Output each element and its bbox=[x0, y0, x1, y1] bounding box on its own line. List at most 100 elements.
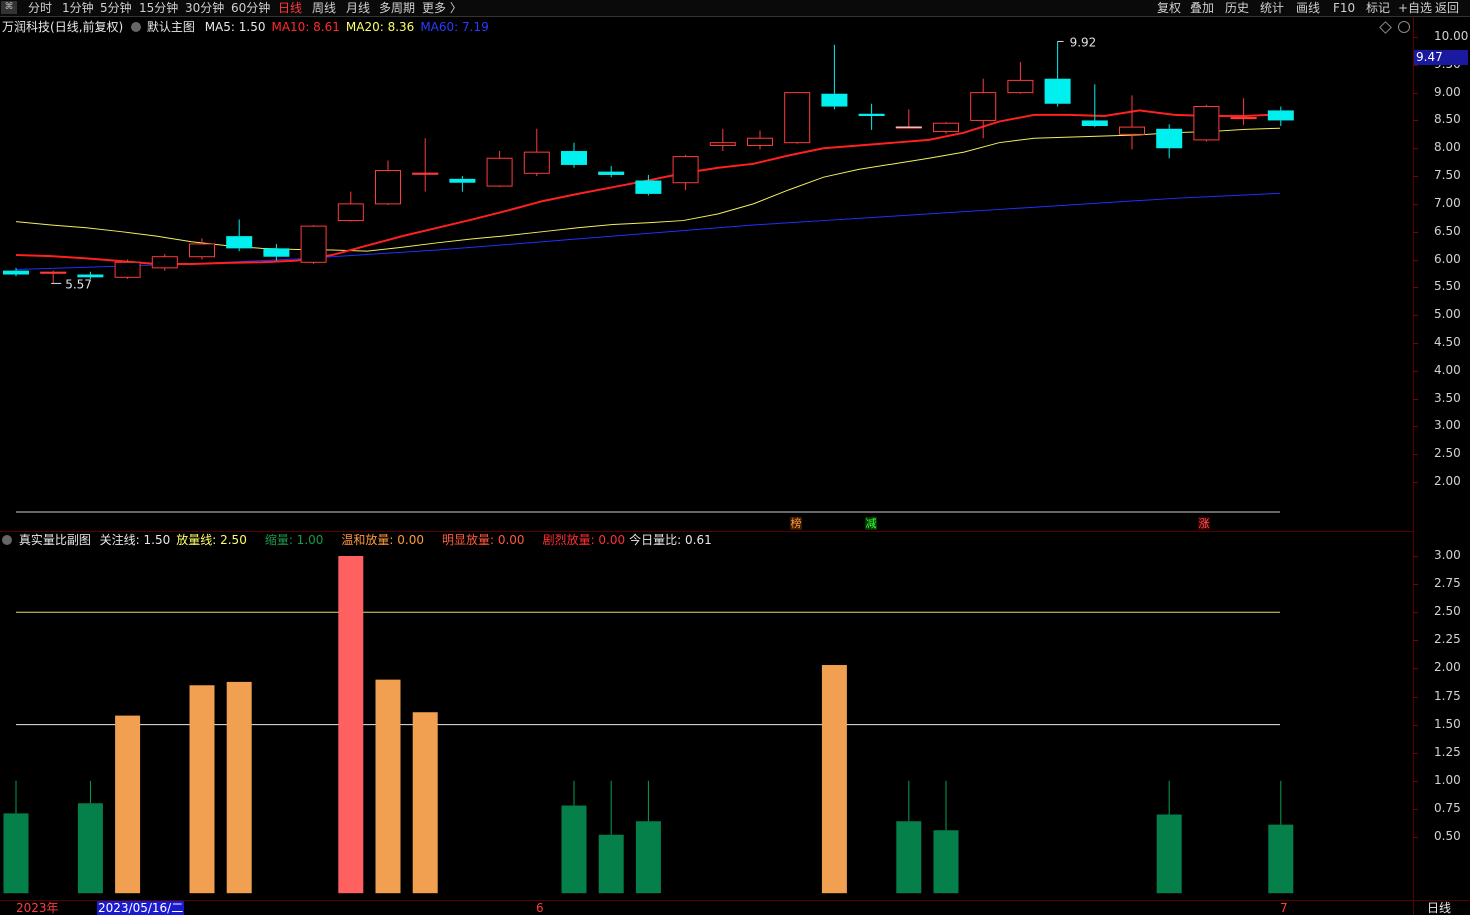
candle[interactable] bbox=[523, 128, 550, 177]
price-tick-mark bbox=[1413, 370, 1418, 372]
toolbar-button-7[interactable]: +自选 bbox=[1398, 0, 1432, 16]
volume-ratio-bar[interactable] bbox=[412, 712, 438, 894]
tab-1[interactable]: 1分钟 bbox=[62, 0, 94, 16]
candle[interactable] bbox=[412, 138, 439, 192]
volume-ratio-tick-mark bbox=[1413, 780, 1418, 782]
volume-ratio-bar[interactable] bbox=[933, 780, 959, 894]
candle[interactable] bbox=[449, 176, 476, 192]
app-logo-icon[interactable]: ⌘ bbox=[1, 1, 17, 14]
candle[interactable] bbox=[337, 191, 364, 222]
signal-marker[interactable]: 减 bbox=[865, 517, 877, 530]
tab-5[interactable]: 60分钟 bbox=[231, 0, 270, 16]
candle[interactable] bbox=[747, 130, 773, 150]
volume-ratio-bar[interactable] bbox=[77, 780, 103, 894]
price-tick-mark bbox=[1413, 315, 1418, 317]
toolbar-button-2[interactable]: 历史 bbox=[1225, 0, 1249, 16]
candle[interactable] bbox=[1007, 62, 1034, 94]
period-label[interactable]: 日线 bbox=[1427, 901, 1451, 915]
candle[interactable] bbox=[895, 109, 922, 129]
volume-ratio-bar[interactable] bbox=[189, 685, 215, 894]
candle[interactable] bbox=[858, 103, 885, 130]
volume-ratio-tick: 2.00 bbox=[1434, 660, 1461, 675]
low-price-label: 5.57 bbox=[65, 277, 92, 291]
volume-ratio-tick-mark bbox=[1413, 724, 1418, 726]
toolbar-button-5[interactable]: F10 bbox=[1333, 0, 1355, 16]
tab-7[interactable]: 周线 bbox=[312, 0, 336, 16]
volume-ratio-bar[interactable] bbox=[1268, 780, 1294, 894]
month-6-label: 6 bbox=[536, 901, 544, 915]
price-tick-mark bbox=[1413, 482, 1418, 483]
signal-marker[interactable]: 榜 bbox=[790, 517, 802, 530]
candle[interactable] bbox=[300, 225, 327, 264]
date-axis-divider bbox=[0, 900, 1470, 901]
price-tick: 5.50 bbox=[1434, 279, 1461, 294]
volume-ratio-tick-mark bbox=[1413, 584, 1418, 586]
candle[interactable] bbox=[263, 243, 290, 261]
volume-ratio-tick-mark bbox=[1413, 752, 1418, 754]
candle[interactable] bbox=[933, 122, 959, 134]
toolbar-button-4[interactable]: 画线 bbox=[1296, 0, 1320, 16]
price-tick-mark bbox=[1413, 426, 1418, 428]
high-price-label: 9.92 bbox=[1070, 35, 1097, 49]
price-tick: 3.50 bbox=[1434, 390, 1461, 405]
price-tick-mark bbox=[1413, 176, 1418, 178]
candle[interactable] bbox=[1193, 104, 1220, 142]
volume-ratio-bar[interactable] bbox=[896, 780, 922, 894]
tab-2[interactable]: 5分钟 bbox=[100, 0, 132, 16]
price-tick: 7.50 bbox=[1434, 168, 1461, 183]
candle[interactable] bbox=[784, 92, 811, 144]
volume-ratio-bar[interactable] bbox=[1156, 780, 1182, 894]
volume-ratio-bar[interactable] bbox=[598, 780, 624, 894]
volume-ratio-bar[interactable] bbox=[3, 780, 29, 894]
toolbar-button-3[interactable]: 统计 bbox=[1260, 0, 1284, 16]
candle[interactable] bbox=[114, 259, 141, 279]
tab-0[interactable]: 分时 bbox=[28, 0, 52, 16]
volume-ratio-tick-mark bbox=[1413, 640, 1418, 642]
volume-ratio-tick: 0.75 bbox=[1434, 800, 1461, 815]
candle[interactable] bbox=[486, 151, 513, 188]
tab-4[interactable]: 30分钟 bbox=[185, 0, 224, 16]
price-tick: 2.00 bbox=[1434, 474, 1461, 488]
candle[interactable] bbox=[1119, 95, 1145, 150]
volume-ratio-tick: 2.50 bbox=[1434, 604, 1461, 619]
toolbar-button-1[interactable]: 叠加 bbox=[1190, 0, 1214, 16]
volume-ratio-tick: 1.75 bbox=[1434, 688, 1461, 703]
candle[interactable] bbox=[821, 44, 848, 110]
volume-ratio-bar[interactable] bbox=[821, 665, 847, 894]
candle[interactable] bbox=[1044, 41, 1071, 107]
candle[interactable] bbox=[1081, 84, 1108, 128]
candle[interactable] bbox=[40, 270, 67, 284]
candle[interactable] bbox=[598, 166, 625, 178]
volume-ratio-bar[interactable] bbox=[115, 715, 141, 894]
candle[interactable] bbox=[375, 160, 401, 205]
volume-ratio-bar[interactable] bbox=[226, 681, 252, 894]
volume-ratio-chart[interactable] bbox=[0, 532, 1413, 900]
price-tick-mark bbox=[1413, 259, 1418, 261]
tab-9[interactable]: 多周期 bbox=[379, 0, 415, 16]
toolbar-button-6[interactable]: 标记 bbox=[1366, 0, 1390, 16]
price-tick: 8.00 bbox=[1434, 140, 1461, 155]
volume-ratio-bar[interactable] bbox=[375, 679, 401, 894]
toolbar-button-8[interactable]: 返回 bbox=[1435, 0, 1459, 16]
candle[interactable] bbox=[1230, 98, 1257, 125]
candle[interactable] bbox=[672, 154, 699, 190]
candle[interactable] bbox=[709, 128, 736, 152]
volume-ratio-bar[interactable] bbox=[561, 780, 587, 894]
candle[interactable] bbox=[226, 219, 253, 252]
signal-marker[interactable]: 涨 bbox=[1198, 517, 1210, 530]
tab-3[interactable]: 15分钟 bbox=[139, 0, 178, 16]
candle[interactable] bbox=[151, 253, 178, 271]
price-tick: 4.00 bbox=[1434, 362, 1461, 377]
price-chart[interactable]: 9.92 5.57 bbox=[0, 17, 1413, 531]
candle[interactable] bbox=[561, 142, 587, 168]
volume-ratio-bar[interactable] bbox=[338, 556, 364, 894]
toolbar-button-0[interactable]: 复权 bbox=[1157, 0, 1181, 16]
tab-10[interactable]: 更多 〉 bbox=[422, 0, 462, 16]
price-tick: 8.50 bbox=[1434, 112, 1461, 127]
volume-ratio-bar[interactable] bbox=[635, 780, 661, 894]
candle[interactable] bbox=[1267, 106, 1294, 126]
price-tick-mark bbox=[1413, 231, 1418, 233]
candle[interactable] bbox=[1156, 124, 1183, 159]
tab-6[interactable]: 日线 bbox=[278, 0, 302, 16]
tab-8[interactable]: 月线 bbox=[346, 0, 370, 16]
